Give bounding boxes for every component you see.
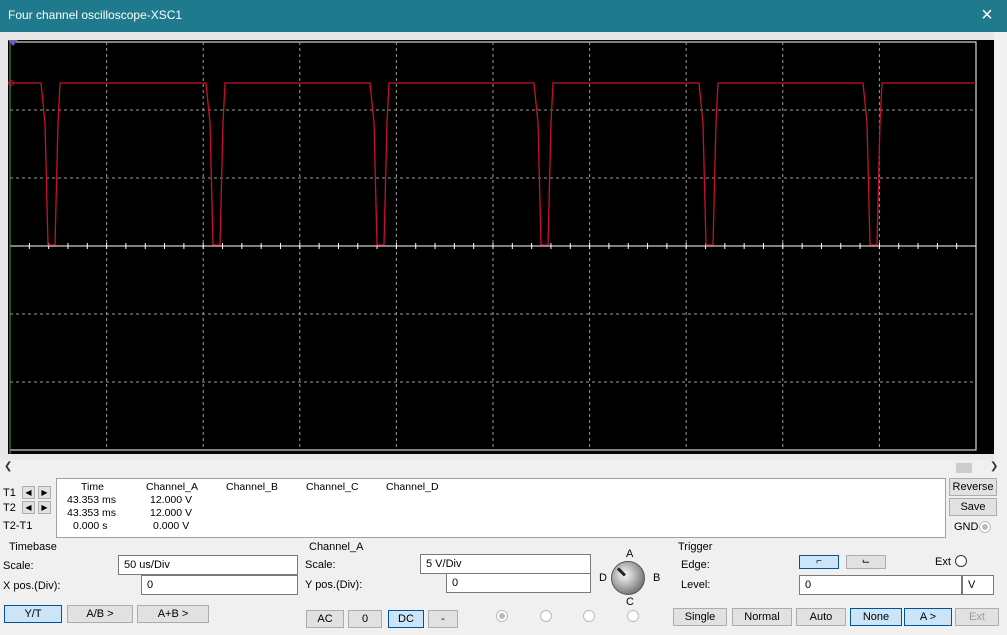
scroll-thumb[interactable] bbox=[956, 463, 972, 473]
t1-right-arrow-icon[interactable]: ▶ bbox=[38, 486, 51, 499]
gnd-label: GND bbox=[954, 521, 979, 533]
cursor-labels: T1 ◀ ▶ T2 ◀ ▶ T2-T1 bbox=[0, 478, 56, 538]
trigger-level-label: Level: bbox=[681, 579, 711, 591]
gnd-radio[interactable] bbox=[979, 521, 991, 533]
t2-t1-channel-a: 0.000 V bbox=[153, 520, 190, 532]
header-channel-d: Channel_D bbox=[386, 481, 439, 493]
aplusb-button[interactable]: A+B > bbox=[137, 605, 209, 623]
horizontal-scrollbar[interactable]: ❮ ❯ bbox=[0, 460, 1007, 476]
t1-left-arrow-icon[interactable]: ◀ bbox=[22, 486, 35, 499]
timebase-xpos-label: X pos.(Div): bbox=[3, 580, 61, 592]
trigger-ext-button[interactable]: Ext bbox=[955, 608, 999, 626]
scope-center-axis bbox=[10, 243, 976, 249]
readout-table: Time Channel_A Channel_B Channel_C Chann… bbox=[56, 478, 946, 538]
yt-button[interactable]: Y/T bbox=[4, 605, 62, 623]
minus-button[interactable]: - bbox=[428, 610, 458, 628]
channel-radio-1[interactable] bbox=[496, 610, 508, 622]
ac-button[interactable]: AC bbox=[306, 610, 344, 628]
channel-radio-3[interactable] bbox=[583, 610, 595, 622]
t2-channel-a: 12.000 V bbox=[150, 507, 193, 519]
t2-time: 43.353 ms bbox=[67, 507, 117, 519]
falling-edge-icon[interactable]: ⌙ bbox=[846, 555, 886, 569]
timebase-scale-label: Scale: bbox=[3, 560, 34, 572]
normal-button[interactable]: Normal bbox=[732, 608, 792, 626]
knob-notch bbox=[616, 567, 627, 577]
t2-left-arrow-icon[interactable]: ◀ bbox=[22, 501, 35, 514]
none-button[interactable]: None bbox=[850, 608, 902, 626]
scroll-right-icon[interactable]: ❯ bbox=[990, 461, 998, 472]
channel-scale-label: Scale: bbox=[305, 559, 336, 571]
channel-ypos-field[interactable]: 0 bbox=[446, 573, 591, 593]
timebase-title: Timebase bbox=[9, 541, 57, 553]
trigger-level-unit[interactable]: V bbox=[962, 575, 994, 595]
scope-right-margin bbox=[994, 32, 1007, 460]
scroll-left-icon[interactable]: ❮ bbox=[4, 461, 12, 472]
t1-time: 43.353 ms bbox=[67, 494, 117, 506]
t2-label: T2 bbox=[3, 502, 16, 514]
knob-label-d: D bbox=[599, 572, 607, 584]
t2-t1-time: 0.000 s bbox=[73, 520, 108, 532]
header-channel-a: Channel_A bbox=[146, 481, 198, 493]
trigger-ext-radio[interactable] bbox=[955, 555, 967, 567]
close-icon[interactable]: × bbox=[977, 4, 997, 26]
channel-radio-4[interactable] bbox=[627, 610, 639, 622]
header-channel-b: Channel_B bbox=[226, 481, 278, 493]
knob-label-c: C bbox=[626, 596, 634, 608]
title-bar: Four channel oscilloscope-XSC1 × bbox=[0, 0, 1007, 32]
rising-edge-icon[interactable]: ⌐ bbox=[799, 555, 839, 569]
t2-right-arrow-icon[interactable]: ▶ bbox=[38, 501, 51, 514]
t1-channel-a: 12.000 V bbox=[150, 494, 193, 506]
knob-label-b: B bbox=[653, 572, 661, 584]
trigger-source-a-button[interactable]: A > bbox=[904, 608, 952, 626]
dc-button[interactable]: DC bbox=[388, 610, 424, 628]
header-time: Time bbox=[81, 481, 104, 493]
timebase-scale-field[interactable]: 50 us/Div bbox=[118, 555, 298, 575]
t1-label: T1 bbox=[3, 487, 16, 499]
save-button[interactable]: Save bbox=[949, 498, 997, 516]
timebase-xpos-field[interactable]: 0 bbox=[141, 575, 298, 595]
t2-t1-label: T2-T1 bbox=[3, 520, 33, 532]
ab-button[interactable]: A/B > bbox=[67, 605, 133, 623]
trigger-ext-label: Ext bbox=[935, 556, 951, 568]
auto-button[interactable]: Auto bbox=[796, 608, 846, 626]
channel-ypos-label: Y pos.(Div): bbox=[305, 579, 363, 591]
scope-screen-frame bbox=[0, 32, 1007, 460]
scope-display[interactable] bbox=[8, 40, 994, 454]
channel-selector-knob-icon[interactable] bbox=[611, 561, 645, 595]
knob-label-a: A bbox=[626, 548, 634, 560]
trigger-title: Trigger bbox=[678, 541, 713, 553]
channel-scale-field[interactable]: 5 V/Div bbox=[420, 554, 591, 574]
zero-button[interactable]: 0 bbox=[348, 610, 382, 628]
trigger-edge-label: Edge: bbox=[681, 559, 710, 571]
header-channel-c: Channel_C bbox=[306, 481, 359, 493]
cursor-readout: T1 ◀ ▶ T2 ◀ ▶ T2-T1 Time Channel_A Chann… bbox=[0, 478, 946, 538]
window-title: Four channel oscilloscope-XSC1 bbox=[8, 8, 183, 22]
reverse-button[interactable]: Reverse bbox=[949, 478, 997, 496]
trigger-level-field[interactable]: 0 bbox=[799, 575, 962, 595]
channel-radio-2[interactable] bbox=[540, 610, 552, 622]
single-button[interactable]: Single bbox=[673, 608, 727, 626]
channel-title: Channel_A bbox=[309, 541, 364, 553]
